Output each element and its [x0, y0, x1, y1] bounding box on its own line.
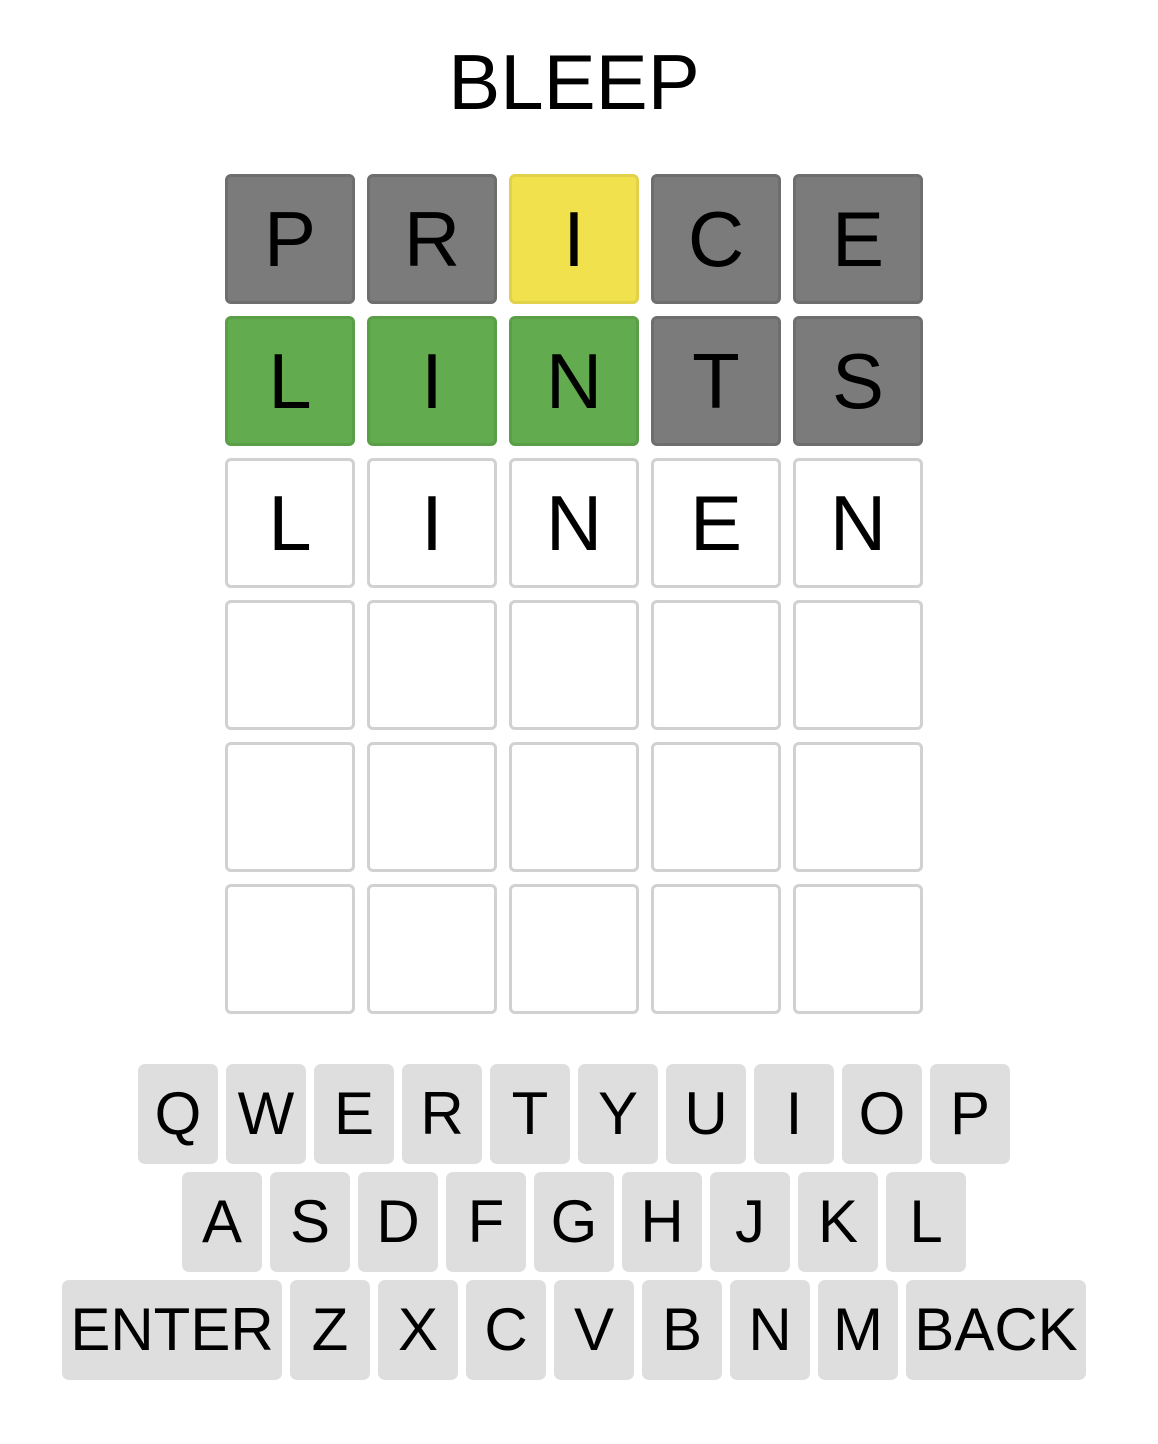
key-r[interactable]: R	[402, 1064, 482, 1164]
tile	[509, 884, 639, 1014]
tile	[367, 742, 497, 872]
key-j[interactable]: J	[710, 1172, 790, 1272]
key-t[interactable]: T	[490, 1064, 570, 1164]
tile: N	[509, 458, 639, 588]
tile	[509, 742, 639, 872]
tile: T	[651, 316, 781, 446]
key-h[interactable]: H	[622, 1172, 702, 1272]
key-c[interactable]: C	[466, 1280, 546, 1380]
board-row-2: L I N T S	[225, 316, 923, 446]
tile: L	[225, 458, 355, 588]
tile: E	[793, 174, 923, 304]
key-i[interactable]: I	[754, 1064, 834, 1164]
back-key[interactable]: BACK	[906, 1280, 1086, 1380]
enter-key[interactable]: ENTER	[62, 1280, 282, 1380]
key-a[interactable]: A	[182, 1172, 262, 1272]
key-u[interactable]: U	[666, 1064, 746, 1164]
tile: P	[225, 174, 355, 304]
tile	[793, 600, 923, 730]
key-k[interactable]: K	[798, 1172, 878, 1272]
tile	[793, 884, 923, 1014]
board-row-4	[225, 600, 923, 730]
key-y[interactable]: Y	[578, 1064, 658, 1164]
key-w[interactable]: W	[226, 1064, 306, 1164]
board-row-3: L I N E N	[225, 458, 923, 588]
tile: L	[225, 316, 355, 446]
key-p[interactable]: P	[930, 1064, 1010, 1164]
key-f[interactable]: F	[446, 1172, 526, 1272]
tile: S	[793, 316, 923, 446]
tile: C	[651, 174, 781, 304]
key-n[interactable]: N	[730, 1280, 810, 1380]
tile	[651, 742, 781, 872]
key-l[interactable]: L	[886, 1172, 966, 1272]
key-q[interactable]: Q	[138, 1064, 218, 1164]
board-row-5	[225, 742, 923, 872]
tile: R	[367, 174, 497, 304]
game-board: P R I C E L I N T S L I N E N	[225, 174, 923, 1014]
tile	[651, 884, 781, 1014]
key-m[interactable]: M	[818, 1280, 898, 1380]
key-d[interactable]: D	[358, 1172, 438, 1272]
tile: E	[651, 458, 781, 588]
key-o[interactable]: O	[842, 1064, 922, 1164]
key-s[interactable]: S	[270, 1172, 350, 1272]
tile	[225, 600, 355, 730]
tile	[225, 884, 355, 1014]
tile	[651, 600, 781, 730]
key-z[interactable]: Z	[290, 1280, 370, 1380]
tile	[509, 600, 639, 730]
key-b[interactable]: B	[642, 1280, 722, 1380]
tile: N	[793, 458, 923, 588]
on-screen-keyboard: Q W E R T Y U I O P A S D F G H J K L EN…	[0, 1064, 1158, 1384]
board-row-1: P R I C E	[225, 174, 923, 304]
tile: I	[367, 458, 497, 588]
key-v[interactable]: V	[554, 1280, 634, 1380]
board-row-6	[225, 884, 923, 1014]
key-g[interactable]: G	[534, 1172, 614, 1272]
tile	[793, 742, 923, 872]
tile	[225, 742, 355, 872]
key-e[interactable]: E	[314, 1064, 394, 1164]
tile: N	[509, 316, 639, 446]
tile	[367, 600, 497, 730]
tile: I	[367, 316, 497, 446]
game-title: BLEEP	[448, 38, 700, 126]
tile: I	[509, 174, 639, 304]
key-x[interactable]: X	[378, 1280, 458, 1380]
tile	[367, 884, 497, 1014]
